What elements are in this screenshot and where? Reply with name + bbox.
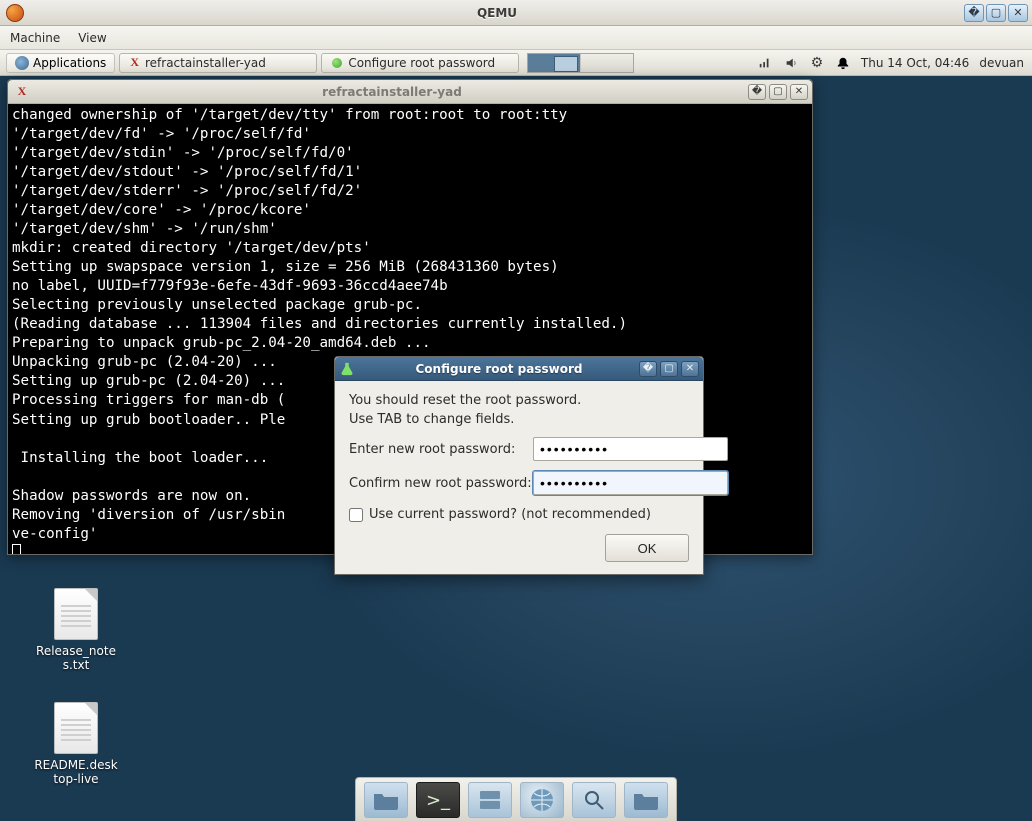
taskbar-item-installer[interactable]: X refractainstaller-yad [119, 53, 317, 73]
dialog-hint-line1: You should reset the root password. [349, 393, 689, 408]
dock-desktop-folder[interactable] [364, 782, 408, 818]
flask-icon [340, 362, 354, 376]
use-current-password-checkbox[interactable] [349, 508, 363, 522]
dock-home-folder[interactable] [624, 782, 668, 818]
confirm-password-label: Confirm new root password: [349, 476, 533, 491]
terminal-window-icon: X [14, 84, 30, 100]
panel-user[interactable]: devuan [979, 56, 1024, 70]
workspace-2[interactable] [581, 54, 633, 72]
network-icon[interactable] [757, 55, 773, 71]
workspace-1[interactable] [528, 54, 580, 72]
use-current-password-label: Use current password? (not recommended) [369, 507, 651, 522]
dialog-hint-line2: Use TAB to change fields. [349, 412, 689, 427]
dialog-icon [332, 58, 342, 68]
dock-terminal[interactable]: >_ [416, 782, 460, 818]
root-password-dialog: Configure root password � ▢ ✕ You should… [334, 356, 704, 575]
dialog-maximize-button[interactable]: ▢ [660, 361, 678, 377]
host-window-title: QEMU [30, 6, 964, 20]
dock-file-manager[interactable] [468, 782, 512, 818]
host-minimize-button[interactable]: � [964, 4, 984, 22]
taskbar-item-configure-label: Configure root password [348, 56, 495, 70]
desktop-icon-release-notes[interactable]: Release_note s.txt [28, 588, 124, 672]
dialog-close-button[interactable]: ✕ [681, 361, 699, 377]
qemu-icon [6, 4, 24, 22]
applications-menu-button[interactable]: Applications [6, 53, 115, 73]
file-icon [54, 588, 98, 640]
applications-label: Applications [33, 56, 106, 70]
desktop-icon-readme[interactable]: README.desk top-live [28, 702, 124, 786]
workspace-pager[interactable] [527, 53, 634, 73]
taskbar-item-installer-label: refractainstaller-yad [145, 56, 266, 70]
host-window-titlebar: QEMU � ▢ ✕ [0, 0, 1032, 26]
new-password-input[interactable] [533, 437, 728, 461]
dock-web-browser[interactable] [520, 782, 564, 818]
installer-icon: X [130, 55, 139, 70]
host-close-button[interactable]: ✕ [1008, 4, 1028, 22]
host-maximize-button[interactable]: ▢ [986, 4, 1006, 22]
power-icon[interactable]: ⚙ [809, 55, 825, 71]
desktop-icon-label: Release_note s.txt [28, 644, 124, 672]
dialog-minimize-button[interactable]: � [639, 361, 657, 377]
dialog-titlebar[interactable]: Configure root password � ▢ ✕ [335, 357, 703, 381]
host-menubar: Machine View [0, 26, 1032, 50]
guest-top-panel: Applications X refractainstaller-yad Con… [0, 50, 1032, 76]
ok-button[interactable]: OK [605, 534, 689, 562]
terminal-minimize-button[interactable]: � [748, 84, 766, 100]
volume-icon[interactable] [783, 55, 799, 71]
dialog-title: Configure root password [359, 362, 639, 376]
confirm-password-input[interactable] [533, 471, 728, 495]
applications-icon [15, 56, 29, 70]
terminal-close-button[interactable]: ✕ [790, 84, 808, 100]
panel-clock[interactable]: Thu 14 Oct, 04:46 [861, 56, 969, 70]
taskbar-item-configure[interactable]: Configure root password [321, 53, 519, 73]
new-password-label: Enter new root password: [349, 442, 533, 457]
bottom-dock: >_ [355, 777, 677, 821]
dock-search[interactable] [572, 782, 616, 818]
terminal-titlebar[interactable]: X refractainstaller-yad � ▢ ✕ [8, 80, 812, 104]
terminal-maximize-button[interactable]: ▢ [769, 84, 787, 100]
file-icon [54, 702, 98, 754]
desktop-icon-label: README.desk top-live [28, 758, 124, 786]
terminal-cursor [12, 544, 21, 554]
terminal-title: refractainstaller-yad [36, 85, 748, 99]
menu-machine[interactable]: Machine [10, 31, 60, 45]
menu-view[interactable]: View [78, 31, 106, 45]
notification-bell-icon[interactable] [835, 55, 851, 71]
